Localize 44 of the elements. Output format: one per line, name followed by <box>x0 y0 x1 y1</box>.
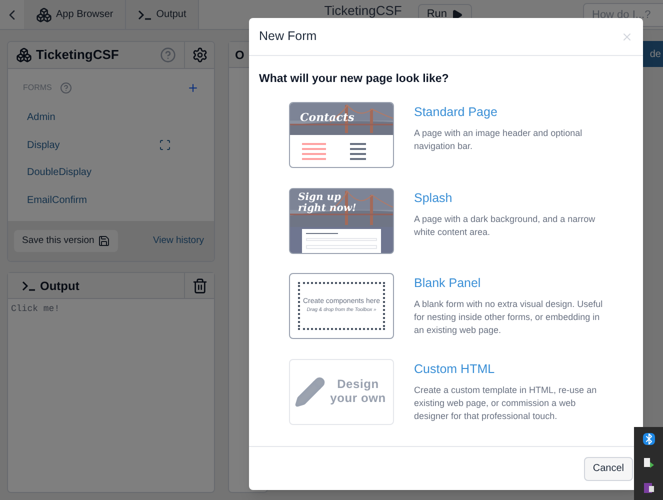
apps-icon <box>16 47 32 63</box>
form-item[interactable]: EmailConfirm <box>23 186 199 214</box>
terminal-icon <box>22 280 36 290</box>
option-description: A blank form with no extra visual design. Useful for nesting inside other forms, or embedding in an existing web page. <box>414 298 604 337</box>
app-title: TicketingCSF <box>324 4 402 17</box>
pencil-icon <box>294 376 326 408</box>
option-title[interactable]: Blank Panel <box>414 274 606 293</box>
option-title[interactable]: Standard Page <box>414 103 606 122</box>
terminal-icon <box>138 10 152 20</box>
option-description: A page with a dark background, and a narrow white content area. <box>414 212 596 238</box>
dialog-question: What will your new page look like? <box>259 72 450 87</box>
panel-title: TicketingCSF <box>36 46 119 64</box>
preview-heading: Sign up right now! <box>298 192 358 214</box>
bluetooth-icon[interactable] <box>642 433 654 446</box>
form-item[interactable]: Display <box>23 132 199 159</box>
custom-html-preview[interactable]: Design your own <box>289 358 394 425</box>
toolbar-tab[interactable]: Output <box>126 0 200 29</box>
settings-icon[interactable] <box>192 47 208 63</box>
splash-page-preview[interactable]: Sign up right now! <box>289 188 394 254</box>
cancel-button[interactable]: Cancel <box>584 456 633 480</box>
add-icon[interactable] <box>187 82 199 94</box>
panel-title: O <box>235 46 244 64</box>
trash-icon[interactable] <box>192 278 208 294</box>
preview-heading: Contacts <box>300 112 354 124</box>
toolbar-tab[interactable]: App Browser <box>24 0 126 29</box>
output-text: Click me! <box>10 303 61 316</box>
notebook-icon[interactable] <box>642 482 654 494</box>
option-title[interactable]: Splash <box>414 188 606 208</box>
option-description: A page with an image header and optional navigation bar. <box>414 127 584 153</box>
designer-icon[interactable] <box>159 139 171 152</box>
option-title[interactable]: Custom HTML <box>414 360 606 378</box>
dialog-title: New Form <box>259 28 317 46</box>
save-icon[interactable] <box>98 235 110 247</box>
form-item[interactable]: DoubleDisplay <box>23 159 199 186</box>
preview-text: Design your own <box>330 378 386 406</box>
panel-title: Output <box>40 278 80 294</box>
save-version-button[interactable]: Save this version <box>14 230 118 252</box>
view-history-link[interactable]: View history <box>152 234 204 248</box>
standard-page-preview[interactable]: Contacts <box>289 102 394 168</box>
form-item[interactable]: Admin <box>23 104 199 132</box>
play-icon <box>451 8 464 20</box>
option-description: Create a custom template in HTML, re-use an existing web page, or commission a web designer for that professional touch. <box>414 384 598 422</box>
device-icon[interactable] <box>642 457 654 470</box>
apps-icon <box>36 6 52 22</box>
